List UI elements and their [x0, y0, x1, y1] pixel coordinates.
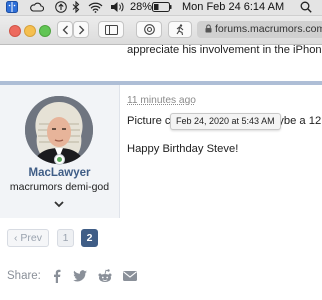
- online-status-icon: [54, 154, 65, 165]
- twitter-icon[interactable]: [72, 268, 88, 284]
- back-button[interactable]: [57, 21, 73, 38]
- menu-bar: 28% Mon Feb 24 6:14 AM: [0, 0, 322, 16]
- search-icon[interactable]: [300, 1, 312, 13]
- browser-toolbar: forums.macrumors.com: [0, 16, 322, 45]
- post-timestamp[interactable]: 11 minutes ago: [127, 95, 196, 106]
- username[interactable]: MacLawyer: [0, 167, 119, 179]
- share-label: Share:: [7, 270, 41, 282]
- address-bar[interactable]: forums.macrumors.com: [197, 21, 322, 38]
- lock-icon: [205, 24, 212, 33]
- email-icon[interactable]: [122, 268, 138, 284]
- zoom-window-button[interactable]: [39, 25, 51, 37]
- expand-user-info-button[interactable]: [52, 197, 66, 209]
- sidebar-icon: [104, 24, 118, 35]
- extension-button-2[interactable]: [168, 21, 192, 38]
- chevron-right-icon: [78, 25, 84, 34]
- user-title: macrumors demi-god: [9, 181, 110, 193]
- close-window-button[interactable]: [9, 25, 21, 37]
- finder-icon[interactable]: [6, 1, 18, 13]
- privacy-icon: [143, 24, 155, 35]
- battery-icon[interactable]: [152, 2, 172, 12]
- cloud-icon[interactable]: [30, 2, 44, 12]
- bluetooth-icon[interactable]: [72, 1, 80, 13]
- sidebar-toggle-button[interactable]: [98, 21, 124, 38]
- volume-icon[interactable]: [110, 1, 124, 13]
- runner-icon: [176, 24, 184, 35]
- forward-button[interactable]: [73, 21, 89, 38]
- facebook-icon[interactable]: [49, 268, 65, 284]
- previous-post-text: appreciate his involvement in the iPhone…: [127, 44, 322, 56]
- pagination-page-2[interactable]: 2: [81, 229, 98, 247]
- battery-percent: 28%: [130, 1, 153, 13]
- chevron-left-icon: [62, 25, 68, 34]
- minimize-window-button[interactable]: [24, 25, 36, 37]
- chevron-down-icon: [54, 201, 64, 208]
- wifi-icon[interactable]: [88, 2, 103, 13]
- timestamp-tooltip: Feb 24, 2020 at 5:43 AM: [170, 113, 281, 130]
- extension-button[interactable]: [136, 21, 162, 38]
- pagination-page-1[interactable]: 1: [57, 229, 74, 247]
- address-text: forums.macrumors.com: [215, 23, 322, 35]
- clock[interactable]: Mon Feb 24 6:14 AM: [182, 1, 284, 14]
- post-user-cell: MacLawyer macrumors demi-god: [0, 85, 120, 218]
- upload-icon[interactable]: [55, 1, 67, 13]
- post-body-line-2: Happy Birthday Steve!: [127, 143, 239, 155]
- reddit-icon[interactable]: [97, 268, 113, 284]
- pagination-prev-button[interactable]: ‹ Prev: [7, 229, 49, 247]
